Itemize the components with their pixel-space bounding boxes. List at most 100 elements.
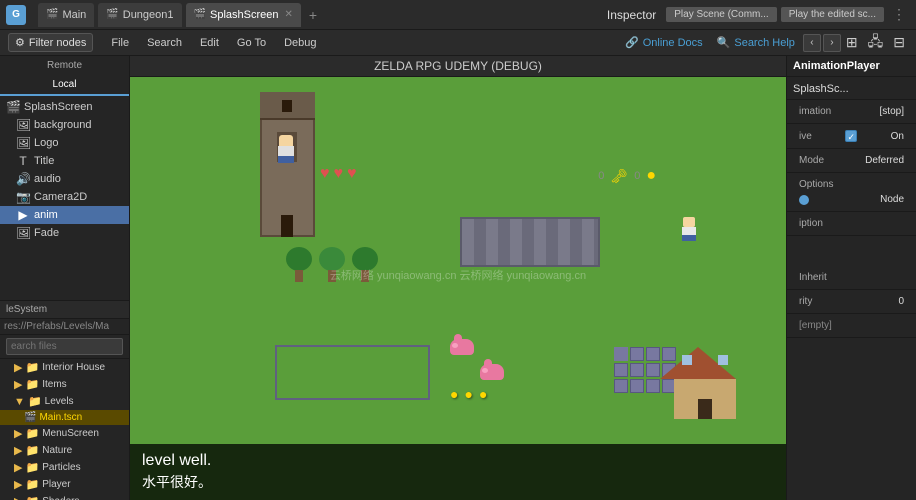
inspector-animation-section: imation [stop] — [787, 100, 916, 124]
inspector-priority-row: rity 0 — [793, 294, 910, 309]
menu-search[interactable]: Search — [139, 35, 190, 51]
tab-splashscreen[interactable]: 🎬 SplashScreen ✕ — [186, 3, 301, 27]
play-scene-button[interactable]: Play Scene (Comm... — [666, 7, 776, 22]
inspector-node-label: Node — [880, 194, 904, 205]
tree-item-audio[interactable]: 🔊 audio — [0, 170, 129, 188]
tree-icon-camera2d: 📷 — [16, 190, 30, 204]
menu-debug[interactable]: Debug — [276, 35, 324, 51]
tree-1 — [285, 247, 313, 282]
fs-item-shaders[interactable]: ▶ 📁 Shaders — [0, 493, 129, 500]
pig-1 — [450, 339, 474, 355]
tab-dungeon1[interactable]: 🎬 Dungeon1 — [98, 3, 181, 27]
tab-bar: G 🎬 Main 🎬 Dungeon1 🎬 SplashScreen ✕ + I… — [0, 0, 916, 30]
inspector-priority-value: 0 — [898, 296, 904, 307]
fs-item-nature[interactable]: ▶ 📁 Nature — [0, 442, 129, 459]
tab-main-icon: 🎬 — [46, 9, 58, 20]
game-canvas: ♥ ♥ ♥ 0 🗝 0 ● — [130, 77, 786, 500]
npc-character — [682, 217, 696, 241]
inspector-priority-section: rity 0 — [787, 290, 916, 314]
tab-splashscreen-close[interactable]: ✕ — [284, 9, 292, 20]
filesystem-search-input[interactable] — [6, 338, 123, 355]
inspector-label: Inspector — [601, 6, 662, 24]
inspector-empty-row: [empty] — [793, 318, 910, 333]
online-docs-icon: 🔗 — [625, 36, 639, 49]
toolbar-icons: ⊞ 🖧 ⊟ — [843, 30, 908, 56]
tab-splashscreen-label: SplashScreen — [210, 9, 279, 21]
tree-item-background[interactable]: 🖼 background — [0, 116, 129, 134]
add-tab-button[interactable]: + — [305, 7, 321, 23]
fs-item-particles[interactable]: ▶ 📁 Particles — [0, 459, 129, 476]
tree-icon-splashscreen: 🎬 — [6, 100, 20, 114]
fs-item-menuscreen[interactable]: ▶ 📁 MenuScreen — [0, 425, 129, 442]
app-logo: G — [6, 5, 26, 25]
panels-row: Remote Local 🎬 SplashScreen 🖼 background… — [0, 56, 916, 500]
fs-item-player[interactable]: ▶ 📁 Player — [0, 476, 129, 493]
menu-goto[interactable]: Go To — [229, 35, 274, 51]
tab-splashscreen-icon: 🎬 — [194, 9, 206, 20]
filesystem-path: res://Prefabs/Levels/Ma — [0, 319, 129, 335]
play-edited-button[interactable]: Play the edited sc... — [781, 7, 884, 22]
filter-icon: ⚙ — [15, 36, 25, 49]
fs-item-main-tscn[interactable]: 🎬 Main.tscn — [0, 410, 129, 425]
tree-item-splashscreen[interactable]: 🎬 SplashScreen — [0, 98, 129, 116]
menu-edit[interactable]: Edit — [192, 35, 227, 51]
more-options-button[interactable]: ⋮ — [888, 6, 910, 23]
menu-file[interactable]: File — [103, 35, 137, 51]
search-help-link[interactable]: 🔍 Search Help — [711, 34, 801, 51]
inspector-animation-value: [stop] — [880, 106, 904, 117]
heart-1: ♥ — [320, 165, 330, 183]
fs-item-items[interactable]: ▶ 📁 Items — [0, 376, 129, 393]
filesystem-header-label: leSystem — [6, 304, 47, 315]
inspector-active-row: ive ✓ On — [793, 128, 910, 144]
tree-item-camera2d[interactable]: 📷 Camera2D — [0, 188, 129, 206]
toolbar-icon-1[interactable]: ⊞ — [843, 33, 861, 52]
file-icon-main: 🎬 — [24, 412, 36, 423]
online-docs-link[interactable]: 🔗 Online Docs — [619, 34, 709, 51]
heart-3: ♥ — [347, 165, 357, 183]
inspector-options-section: Options Node — [787, 173, 916, 212]
inspector-animation-row: imation [stop] — [793, 104, 910, 119]
filter-nodes-button[interactable]: ⚙ Filter nodes — [8, 33, 93, 52]
tree-item-title[interactable]: T Title — [0, 152, 129, 170]
nav-arrows: ‹ › — [803, 34, 841, 52]
inspector-iption-label: iption — [799, 218, 823, 229]
viewport-title: ZELDA RPG UDEMY (DEBUG) — [374, 59, 542, 73]
heart-2: ♥ — [334, 165, 344, 183]
game-viewport[interactable]: ♥ ♥ ♥ 0 🗝 0 ● — [130, 77, 786, 500]
inspector-iption-row: iption — [793, 216, 910, 231]
folder-icon-shaders: ▶ 📁 — [14, 495, 39, 500]
tree-item-anim[interactable]: ▶ anim — [0, 206, 129, 224]
tree-item-fade[interactable]: 🖼 Fade — [0, 224, 129, 242]
inspector-title: AnimationPlayer — [787, 56, 916, 77]
godot-logo-icon: G — [6, 5, 26, 25]
tree-item-logo[interactable]: 🖼 Logo — [0, 134, 129, 152]
filesystem-search — [0, 335, 129, 359]
search-help-icon: 🔍 — [717, 36, 731, 49]
tower-structure — [260, 92, 320, 237]
inspector-inherit-row: Inherit — [793, 270, 910, 285]
nav-forward-button[interactable]: › — [823, 34, 841, 52]
folder-icon-player: ▶ 📁 — [14, 478, 39, 491]
scene-tree-list: 🎬 SplashScreen 🖼 background 🖼 Logo T Tit… — [0, 96, 129, 244]
inspector-iption-section: iption — [787, 212, 916, 236]
house-window-right — [718, 355, 728, 365]
toolbar-icon-2[interactable]: 🖧 — [865, 30, 887, 56]
tab-remote[interactable]: Remote — [0, 56, 129, 75]
top-right-controls: Inspector Play Scene (Comm... Play the e… — [601, 6, 910, 24]
nav-back-button[interactable]: ‹ — [803, 34, 821, 52]
tab-main[interactable]: 🎬 Main — [38, 3, 94, 27]
folder-icon-interior: ▶ 📁 — [14, 361, 39, 374]
fs-label-items: Items — [42, 379, 66, 390]
toolbar-icon-3[interactable]: ⊟ — [890, 33, 908, 52]
tab-dungeon1-icon: 🎬 — [106, 9, 118, 20]
inspector-node-radio[interactable] — [799, 195, 809, 205]
coin-icon: ● — [646, 167, 656, 185]
tab-local[interactable]: Local — [0, 75, 129, 96]
inspector-active-checkbox[interactable]: ✓ — [845, 130, 857, 142]
fs-item-levels[interactable]: ▼ 📁 Levels — [0, 393, 129, 410]
house-window-left — [682, 355, 692, 365]
fs-item-interior-house[interactable]: ▶ 📁 Interior House — [0, 359, 129, 376]
player-character — [278, 135, 294, 163]
trees-cluster — [285, 247, 379, 282]
tree-2 — [318, 247, 346, 282]
